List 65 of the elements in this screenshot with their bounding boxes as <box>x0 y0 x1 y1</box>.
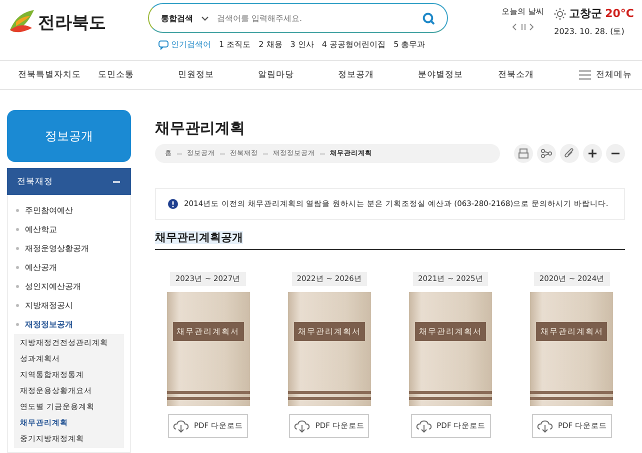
paperclip-icon[interactable] <box>560 144 579 163</box>
book-cover-title: 채무관리계획서 <box>172 322 244 341</box>
previous-icon[interactable] <box>510 23 517 31</box>
page-title: 채무관리계획 <box>155 119 246 138</box>
separator-icon <box>220 152 225 156</box>
book-cover-title: 채무관리계획서 <box>536 322 608 341</box>
sidebar-menu-item[interactable]: 지방재정공시 <box>25 300 73 311</box>
weather-location: 고창군 <box>569 6 602 21</box>
sun-icon <box>554 8 566 20</box>
popular-keyword-link[interactable]: 5 총무과 <box>394 39 426 50</box>
sidebar-menu-item[interactable]: 성인지예산공개 <box>25 281 81 292</box>
nav-menu-item[interactable]: 분야별정보 <box>418 69 498 81</box>
cloud-download-icon <box>416 419 432 433</box>
bullet-icon <box>16 323 19 326</box>
bullet-icon <box>16 247 19 250</box>
temperature: 20°C <box>605 7 634 20</box>
nav-menu-item[interactable]: 전북특별자치도 <box>18 69 98 81</box>
sidebar-menu-item[interactable]: 재정운영상황공개 <box>25 243 89 254</box>
sidebar-section-header[interactable]: 전북재정 <box>7 168 131 195</box>
separator-icon <box>263 152 268 156</box>
separator-icon <box>320 152 325 156</box>
logo-text[interactable]: 전라북도 <box>38 10 106 34</box>
separator-icon <box>177 152 182 156</box>
cloud-download-icon <box>536 419 553 433</box>
nav-menu-item[interactable]: 정보공개 <box>338 69 418 81</box>
popular-keyword-link[interactable]: 1 조직도 <box>219 39 251 50</box>
bullet-icon <box>16 209 19 212</box>
weather-date: 2023. 10. 28. (토) <box>554 26 626 37</box>
popular-keyword-link[interactable]: 3 인사 <box>290 39 314 50</box>
sidebar-menu-item[interactable]: 주민참여예산 <box>25 205 73 216</box>
bullet-icon <box>16 228 19 231</box>
speech-bubble-icon <box>158 40 169 50</box>
popular-keyword-link[interactable]: 2 채용 <box>258 39 282 50</box>
pause-icon[interactable] <box>520 23 526 31</box>
book-cover-title: 채무관리계획서 <box>415 322 486 341</box>
search-scope-select[interactable]: 통합검색 <box>161 12 209 24</box>
nav-menu-item[interactable]: 알림마당 <box>258 69 338 81</box>
nav-menu-item[interactable]: 민원정보 <box>178 69 258 81</box>
section-title: 채무관리계획공개 <box>155 231 243 244</box>
weather-label: 오늘의 날씨 <box>502 6 544 17</box>
all-menu-button[interactable]: 전체메뉴 <box>579 69 632 81</box>
nav-menu-item[interactable]: 도민소통 <box>98 69 178 81</box>
cloud-download-icon <box>173 419 189 433</box>
search-field[interactable]: 통합검색 검색어를 입력해주세요. <box>148 3 448 33</box>
sidebar-menu-item[interactable]: 예산공개 <box>25 262 57 273</box>
cloud-download-icon <box>294 419 310 433</box>
sidebar-menu-item[interactable]: 재정정보공개 <box>25 319 73 330</box>
chevron-down-icon <box>201 14 209 22</box>
info-icon <box>168 199 178 209</box>
book-cover-title: 채무관리계획서 <box>294 322 365 341</box>
print-icon[interactable] <box>514 144 533 163</box>
popular-keyword-link[interactable]: 4 공공형어린이집 <box>322 39 386 50</box>
zoom-out-icon[interactable] <box>606 144 625 163</box>
sidebar-menu-item[interactable]: 예산학교 <box>25 224 57 235</box>
popular-search-label: 인기검색어 <box>171 39 211 50</box>
next-icon[interactable] <box>528 23 535 31</box>
bullet-icon <box>16 285 19 288</box>
nav-menu-item[interactable]: 전북소개 <box>498 69 578 81</box>
bullet-icon <box>16 266 19 269</box>
share-icon[interactable] <box>537 144 556 163</box>
zoom-in-icon[interactable] <box>583 144 602 163</box>
bullet-icon <box>16 304 19 307</box>
sidebar-title: 정보공개 <box>7 110 131 162</box>
menu-icon <box>579 70 591 80</box>
search-icon[interactable] <box>422 12 435 24</box>
